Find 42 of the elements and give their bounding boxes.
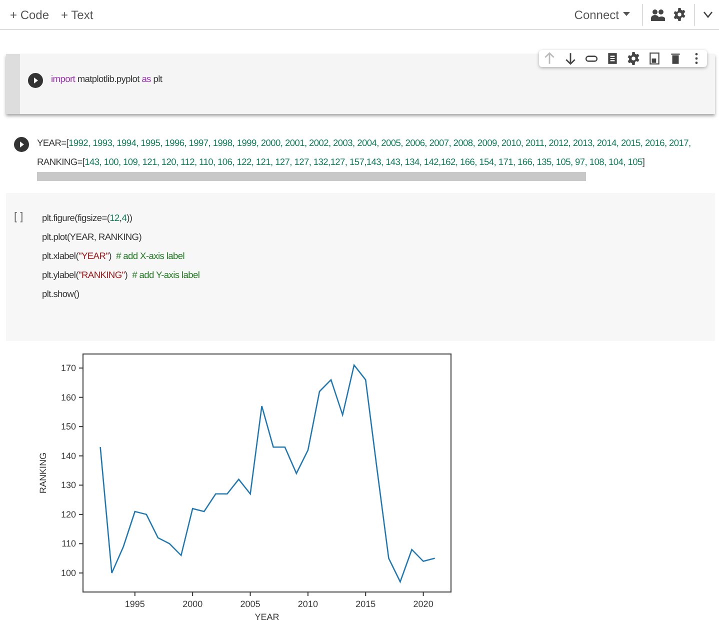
code-cell[interactable]: [ ] plt.figure(figsize=(12,4)) plt.plot(YEAR, RANKING) plt.xlabel("YEAR") # add X-axis label plt.ylabel("RANKING") # add Y-axis label plt.show() — [6, 193, 715, 341]
y-tick-label: 110 — [62, 538, 76, 549]
add-cell-button[interactable]: + Text — [57, 4, 98, 26]
code-line: YEAR=[1992, 1993, 1994, 1995, 1996, 1997, 1998, 1999, 2000, 2001, 2002, 2003, 2004, 2005, 2006, 2007, 2008, 2009, 2010, 2011, 2012, 2013, 2014, 2015, 2016, 2017, — [37, 137, 692, 150]
code-line: plt.ylabel("RANKING") # add Y-axis label — [42, 269, 201, 282]
horizontal-scrollbar[interactable] — [37, 172, 586, 181]
x-tick-label: 2020 — [413, 599, 434, 609]
code-line: plt.plot(YEAR, RANKING) — [42, 231, 143, 244]
code-line: plt.show() — [42, 288, 80, 301]
code-line: plt.xlabel("YEAR") # add X-axis label — [42, 250, 186, 263]
add-cell-button[interactable]: + Code — [6, 4, 54, 26]
x-tick-label: 1995 — [124, 599, 145, 609]
people-icon[interactable] — [651, 8, 665, 20]
code-cell[interactable]: import matplotlib.pyplot as plt — [6, 54, 715, 114]
y-tick-label: 150 — [60, 422, 76, 432]
code-line: plt.figure(figsize=(12,4)) — [42, 212, 134, 225]
run-button[interactable] — [28, 73, 43, 88]
run-button[interactable] — [14, 137, 29, 152]
x-tick-label: 2000 — [182, 599, 203, 609]
code-line: import matplotlib.pyplot as plt — [51, 73, 164, 86]
x-tick-label: 2010 — [298, 599, 318, 609]
caret-icon — [623, 12, 630, 17]
run-button[interactable]: [ ] — [14, 209, 34, 325]
trash-icon[interactable] — [669, 52, 682, 65]
chevron-down-icon[interactable] — [703, 11, 713, 18]
y-tick-label: 130 — [60, 480, 76, 490]
x-axis-label: YEAR — [254, 612, 280, 622]
y-tick-label: 160 — [60, 392, 76, 402]
y-axis-label: RANKING — [38, 452, 48, 494]
arrow-down-icon[interactable] — [564, 52, 577, 65]
y-tick-label: 120 — [60, 509, 76, 520]
y-tick-label: 170 — [60, 363, 76, 374]
y-tick-label: 100 — [60, 568, 76, 578]
settings-icon[interactable] — [673, 8, 686, 21]
y-tick-label: 140 — [60, 450, 76, 461]
comment-icon[interactable] — [606, 52, 619, 65]
x-tick-label: 2005 — [240, 599, 260, 609]
mirror-icon[interactable] — [648, 52, 661, 65]
settings-icon[interactable] — [627, 52, 640, 65]
code-line: RANKING=[143, 100, 109, 121, 120, 112, 110, 106, 122, 121, 127, 127, 132,127, 157,143, 143, 134, 142,162, 166, 154, 171, 166, 135, 105, 97, 108, 104, 105] — [37, 156, 646, 169]
connect-button[interactable]: Connect — [570, 4, 634, 26]
x-tick-label: 2015 — [356, 599, 376, 609]
